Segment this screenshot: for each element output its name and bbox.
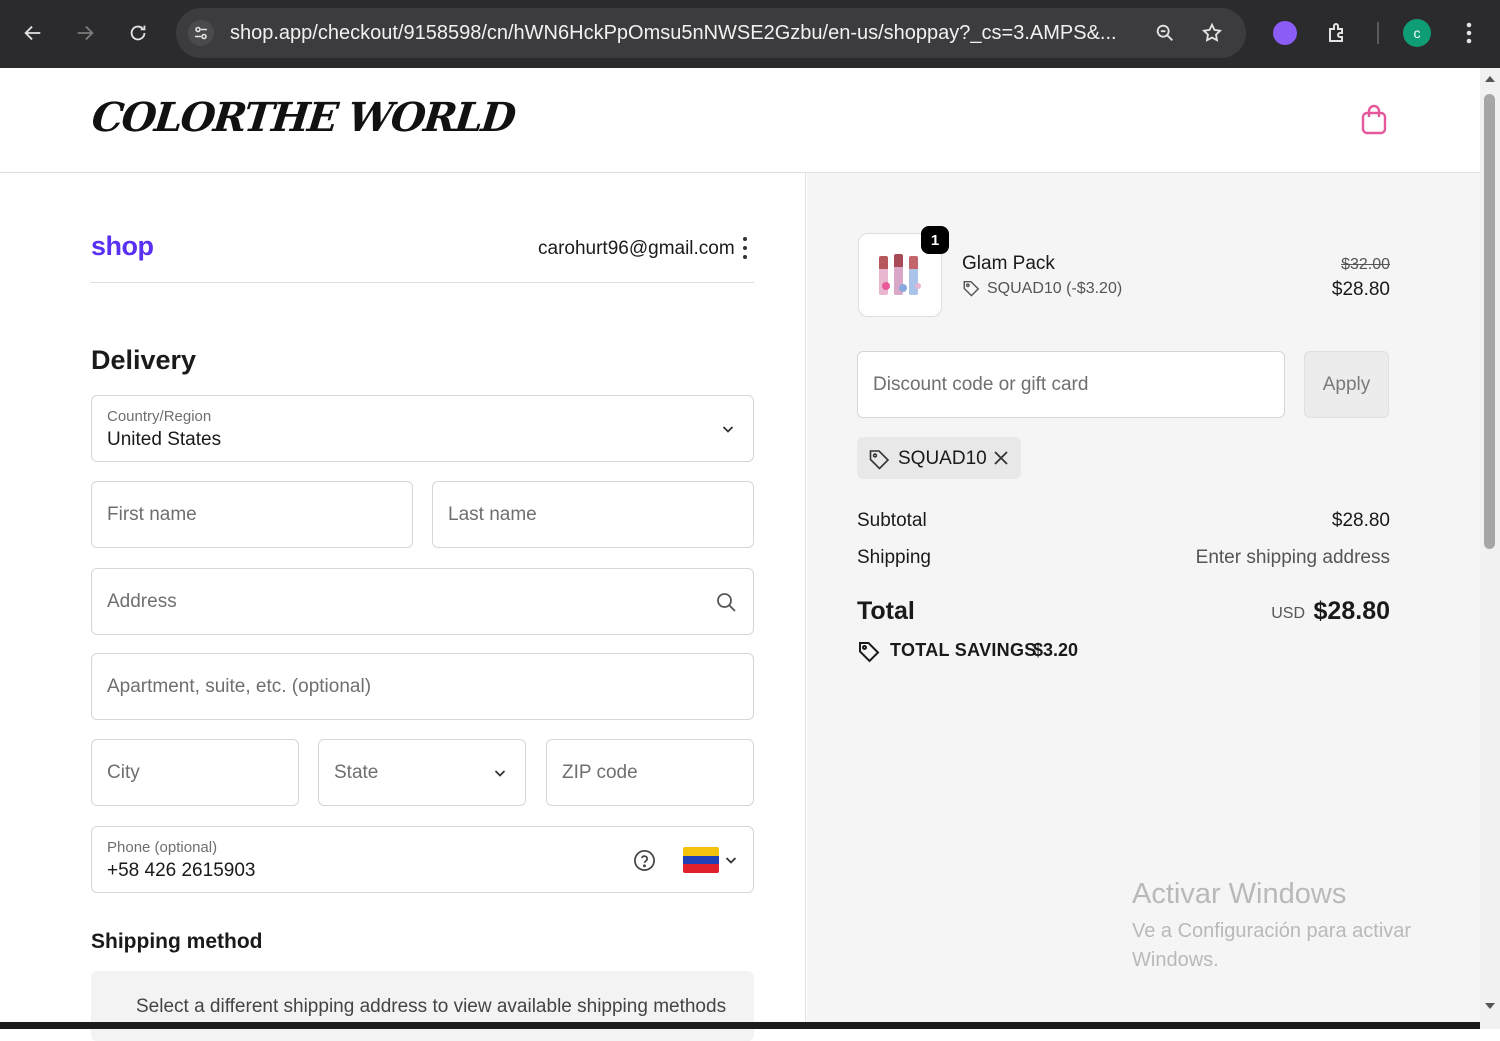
shipping-label: Shipping <box>857 547 931 568</box>
city-placeholder: City <box>107 762 140 783</box>
order-summary-panel: 1 Glam Pack SQUAD10 (-$3.20) $32.00 $28.… <box>807 173 1480 1029</box>
address-placeholder: Address <box>107 591 177 612</box>
back-button[interactable] <box>17 17 49 49</box>
applied-discount-chip: SQUAD10 <box>857 437 1021 479</box>
country-value: United States <box>107 429 222 450</box>
product-discount: SQUAD10 (-$3.20) <box>987 280 1123 297</box>
delivery-heading: Delivery <box>91 345 197 375</box>
state-select[interactable]: State <box>318 739 526 806</box>
shop-pay-logo: shop <box>91 231 154 261</box>
zip-placeholder: ZIP code <box>562 762 638 783</box>
browser-toolbar: shop.app/checkout/9158598/cn/hWN6HckPpOm… <box>0 0 1500 68</box>
savings-tag-icon <box>859 642 880 663</box>
shipping-method-notice: Select a different shipping address to v… <box>91 971 754 1041</box>
arrow-right-icon <box>77 25 94 41</box>
arrow-left-icon <box>24 25 41 41</box>
phone-field[interactable]: Phone (optional) +58 426 2615903 <box>91 826 754 893</box>
brand-logo[interactable]: COLORTHE WORLD <box>90 94 517 141</box>
chevron-down-icon <box>725 857 737 864</box>
account-menu-button[interactable] <box>738 237 752 259</box>
search-icon <box>717 593 736 612</box>
product-name: Glam Pack <box>962 253 1055 274</box>
extension-icon-purple[interactable] <box>1273 21 1297 45</box>
last-name-field[interactable]: Last name <box>432 481 754 548</box>
last-name-placeholder: Last name <box>448 504 537 525</box>
quantity-badge: 1 <box>921 226 949 254</box>
address-bar[interactable]: shop.app/checkout/9158598/cn/hWN6HckPpOm… <box>176 8 1246 58</box>
watermark-subtitle: Ve a Configuración para activar Windows. <box>1132 920 1412 971</box>
zoom-icon[interactable] <box>1152 20 1178 46</box>
first-name-field[interactable]: First name <box>91 481 413 548</box>
first-name-placeholder: First name <box>107 504 197 525</box>
puzzle-extensions-icon[interactable] <box>1322 17 1354 49</box>
zip-field[interactable]: ZIP code <box>546 739 754 806</box>
total-savings-label: TOTAL SAVINGS <box>890 640 1037 660</box>
shipping-method-heading: Shipping method <box>91 930 263 953</box>
apartment-placeholder: Apartment, suite, etc. (optional) <box>107 676 372 697</box>
page-scrollbar[interactable] <box>1480 68 1500 1029</box>
apply-button[interactable]: Apply <box>1304 351 1389 418</box>
scroll-down-arrow[interactable] <box>1485 1003 1495 1009</box>
phone-value: +58 426 2615903 <box>107 860 256 881</box>
chevron-down-icon <box>494 770 506 777</box>
store-header: COLORTHE WORLD <box>0 68 1480 173</box>
address-field[interactable]: Address <box>91 568 754 635</box>
url-text: shop.app/checkout/9158598/cn/hWN6HckPpOm… <box>230 22 1117 44</box>
country-select[interactable]: Country/Region United States <box>91 395 754 462</box>
total-savings-value: $3.20 <box>1033 640 1079 660</box>
phone-label: Phone (optional) <box>107 839 218 856</box>
total-label: Total <box>857 597 915 625</box>
shipping-value: Enter shipping address <box>1195 547 1390 568</box>
divider <box>91 282 754 283</box>
site-settings-icon[interactable] <box>188 20 214 46</box>
applied-code: SQUAD10 <box>898 448 987 469</box>
venezuela-flag-icon[interactable] <box>683 847 719 873</box>
total-currency: USD <box>1271 605 1305 622</box>
browser-menu-button[interactable] <box>1453 17 1485 49</box>
discount-code-input[interactable]: Discount code or gift card <box>857 351 1285 418</box>
subtotal-value: $28.80 <box>1331 510 1390 531</box>
total-value: $28.80 <box>1313 597 1390 625</box>
tag-icon <box>869 450 890 470</box>
kebab-menu-icon <box>1466 22 1472 44</box>
checkout-form-panel: shop carohurt96@gmail.com Delivery Count… <box>0 173 806 1041</box>
original-price: $32.00 <box>1341 256 1390 273</box>
watermark-title: Activar Windows <box>1132 878 1347 910</box>
scroll-thumb[interactable] <box>1484 94 1495 549</box>
bookmark-star-icon[interactable] <box>1199 20 1225 46</box>
discount-placeholder: Discount code or gift card <box>873 374 1089 395</box>
help-circle-icon[interactable] <box>633 849 656 872</box>
state-placeholder: State <box>334 762 379 783</box>
toolbar-separator <box>1377 22 1379 44</box>
city-field[interactable]: City <box>91 739 299 806</box>
country-label: Country/Region <box>107 408 212 425</box>
shipping-method-message: Select a different shipping address to v… <box>136 996 727 1017</box>
profile-avatar[interactable]: c <box>1403 19 1431 47</box>
subtotal-label: Subtotal <box>857 510 927 531</box>
windows-activation-watermark: Activar Windows Ve a Configuración para … <box>1132 878 1452 975</box>
close-icon[interactable] <box>991 448 1011 468</box>
reload-icon <box>130 25 146 41</box>
forward-button[interactable] <box>69 17 101 49</box>
chevron-down-icon <box>722 426 734 433</box>
taskbar-edge <box>0 1022 1480 1029</box>
account-email: carohurt96@gmail.com <box>538 238 735 259</box>
reload-button[interactable] <box>122 17 154 49</box>
apartment-field[interactable]: Apartment, suite, etc. (optional) <box>91 653 754 720</box>
scroll-up-arrow[interactable] <box>1485 76 1495 82</box>
tag-icon <box>963 280 980 297</box>
product-price: $28.80 <box>1331 279 1390 300</box>
shopping-bag-icon[interactable] <box>1360 104 1388 136</box>
